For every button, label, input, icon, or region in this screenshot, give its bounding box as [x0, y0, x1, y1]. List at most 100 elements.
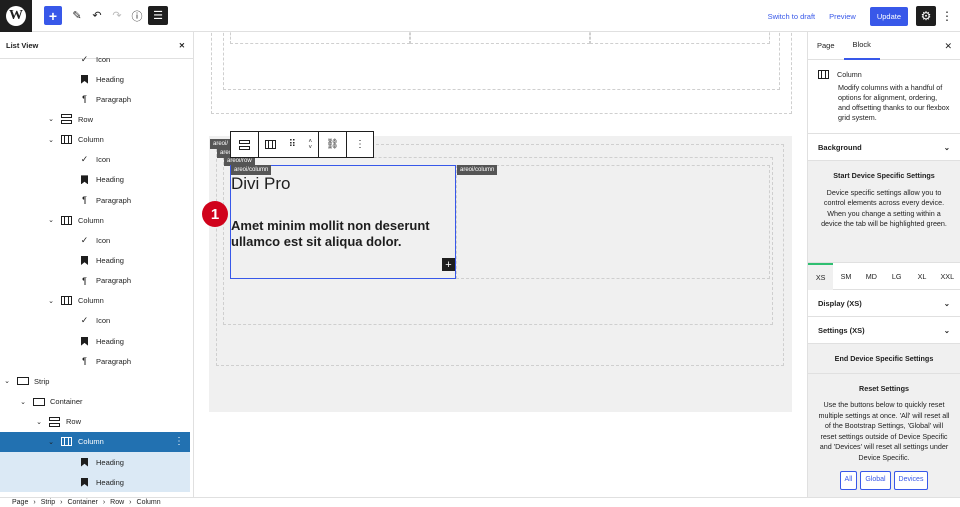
list-item-heading[interactable]: Heading — [0, 170, 190, 190]
redo-icon[interactable]: ↷ — [108, 6, 126, 25]
list-view-button[interactable]: ☰ — [148, 6, 168, 25]
list-item-icon[interactable]: ✓ Icon — [0, 49, 190, 69]
chevron-right-icon: › — [33, 499, 36, 506]
list-item-label: Column — [78, 135, 104, 145]
parent-row-icon[interactable] — [231, 132, 259, 157]
breadcrumb-item[interactable]: Page — [12, 499, 28, 506]
list-item-column[interactable]: ⌄ Column — [0, 210, 190, 230]
list-item-heading[interactable]: Heading — [0, 251, 190, 271]
tab-block[interactable]: Block — [843, 32, 880, 60]
second-column-outline[interactable] — [456, 165, 770, 279]
close-icon[interactable]: ✕ — [944, 41, 952, 52]
list-item-column[interactable]: ⌄ Column — [0, 291, 190, 311]
list-item-label: Column — [78, 296, 104, 306]
chevron-down-icon[interactable]: ⌄ — [46, 438, 56, 446]
list-item-label: Icon — [96, 316, 111, 326]
item-options-icon[interactable]: ⋮ — [174, 436, 184, 447]
chevron-down-icon[interactable]: ⌄ — [46, 136, 56, 144]
switch-to-draft-link[interactable]: Switch to draft — [768, 12, 816, 21]
block-options-icon[interactable]: ⋮ — [347, 132, 373, 157]
pilcrow-icon: ¶ — [82, 275, 87, 286]
breadcrumb: Page › Strip › Container › Row › Column — [0, 497, 960, 507]
breakpoint-tab-sm[interactable]: SM — [833, 263, 858, 290]
add-block-button[interactable]: + — [44, 6, 62, 25]
add-block-plus-icon[interactable]: + — [442, 258, 455, 271]
list-item-label: Heading — [96, 457, 124, 467]
settings-gear-icon[interactable]: ⚙ — [916, 6, 936, 26]
list-item-label: Heading — [96, 336, 124, 346]
list-item-container[interactable]: ⌄ Container — [0, 392, 190, 412]
move-arrows-icon[interactable]: ˄ ˅ — [308, 139, 312, 151]
link-icon[interactable]: ⛓ — [319, 132, 347, 157]
list-item-paragraph[interactable]: ¶ Paragraph — [0, 271, 190, 291]
list-item-label: Paragraph — [96, 94, 132, 104]
end-title: End Device Specific Settings — [834, 354, 934, 363]
start-title: Start Device Specific Settings — [833, 171, 935, 180]
info-icon[interactable]: ⓘ — [128, 6, 146, 25]
list-item-row[interactable]: ⌄ Row — [0, 412, 190, 432]
wordpress-logo-icon[interactable]: W — [0, 0, 32, 32]
column-paragraph[interactable]: Amet minim mollit non deserunt ullamco e… — [231, 218, 446, 250]
settings-label: Settings (XS) — [818, 325, 865, 335]
settings-panel-toggle[interactable]: Settings (XS) ⌄ — [808, 317, 960, 344]
drag-handle-icon[interactable]: ⠿ — [289, 139, 296, 150]
breadcrumb-item[interactable]: Container — [67, 499, 97, 506]
list-item-paragraph[interactable]: ¶ Paragraph — [0, 89, 190, 109]
list-item-column[interactable]: ⌄ Column — [0, 130, 190, 150]
breadcrumb-item[interactable]: Column — [137, 499, 161, 506]
undo-icon[interactable]: ↶ — [88, 6, 106, 25]
list-item-row[interactable]: ⌄ Row — [0, 109, 190, 129]
breakpoint-tab-xl[interactable]: XL — [909, 263, 934, 290]
top-toolbar: W + ✎ ↶ ↷ ⓘ ☰ Switch to draft Preview Up… — [0, 0, 960, 32]
breadcrumb-item[interactable]: Row — [110, 499, 124, 506]
background-panel-toggle[interactable]: Background ⌄ — [808, 134, 960, 161]
list-item-heading[interactable]: Heading — [0, 472, 190, 493]
check-icon: ✓ — [80, 53, 89, 64]
column-icon — [60, 436, 73, 447]
tab-page[interactable]: Page — [808, 32, 844, 60]
chevron-right-icon: › — [102, 499, 106, 506]
sidebar-tabs: Page Block ✕ — [808, 32, 960, 60]
list-item-heading[interactable]: Heading — [0, 452, 190, 472]
breakpoint-tab-xs[interactable]: XS — [808, 262, 834, 290]
list-item-paragraph[interactable]: ¶ Paragraph — [0, 190, 190, 210]
list-item-heading[interactable]: Heading — [0, 331, 190, 351]
chevron-down-icon[interactable]: ⌄ — [18, 398, 28, 406]
reset-all-button[interactable]: All — [839, 471, 858, 490]
chevron-down-icon[interactable]: ⌄ — [46, 216, 56, 224]
list-item-label: Strip — [34, 376, 50, 386]
display-panel-toggle[interactable]: Display (XS) ⌄ — [808, 290, 960, 317]
reset-devices-button[interactable]: Devices — [893, 471, 929, 490]
list-item-paragraph[interactable]: ¶ Paragraph — [0, 351, 190, 371]
breakpoint-tab-lg[interactable]: LG — [884, 263, 909, 290]
more-options-icon[interactable]: ⋮ — [940, 9, 954, 23]
breakpoint-tab-md[interactable]: MD — [859, 263, 884, 290]
update-button[interactable]: Update — [869, 6, 908, 26]
breakpoint-tabs: XS SM MD LG XL XXL — [808, 262, 960, 290]
reset-global-button[interactable]: Global — [860, 471, 891, 490]
pencil-tool-icon[interactable]: ✎ — [68, 6, 86, 25]
reset-title: Reset Settings — [859, 383, 909, 393]
column-block-icon[interactable] — [265, 140, 276, 149]
list-item-strip[interactable]: ⌄ Strip — [0, 371, 190, 391]
list-item-icon[interactable]: ✓ Icon — [0, 150, 190, 170]
column-heading[interactable]: Divi Pro — [231, 174, 291, 194]
preview-link[interactable]: Preview — [829, 12, 856, 21]
chevron-down-icon[interactable]: ⌄ — [46, 115, 56, 123]
list-item-icon[interactable]: ✓ Icon — [0, 230, 190, 250]
pilcrow-icon: ¶ — [82, 195, 87, 206]
pilcrow-icon: ¶ — [82, 94, 87, 105]
chevron-down-icon[interactable]: ⌄ — [2, 377, 12, 385]
bookmark-icon — [78, 74, 91, 85]
check-icon: ✓ — [80, 234, 89, 245]
reset-settings: Reset Settings Use the buttons below to … — [808, 373, 960, 497]
breadcrumb-item[interactable]: Strip — [41, 499, 55, 506]
list-item-icon[interactable]: ✓ Icon — [0, 311, 190, 331]
list-item-heading[interactable]: Heading — [0, 69, 190, 89]
chevron-down-icon[interactable]: ⌄ — [46, 297, 56, 305]
breakpoint-tab-xxl[interactable]: XXL — [935, 263, 960, 290]
list-item-label: Container — [50, 397, 83, 407]
upper-column-2 — [410, 32, 590, 44]
list-item-column[interactable]: ⌄ Column ⋮ — [0, 431, 190, 452]
chevron-down-icon[interactable]: ⌄ — [34, 418, 44, 426]
